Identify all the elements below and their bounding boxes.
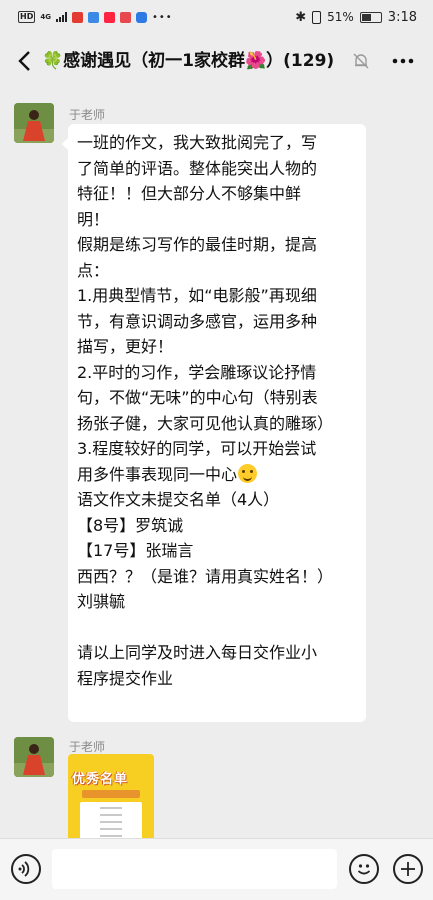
message-line: 【8号】罗筑诚 (77, 515, 184, 535)
chat-title: 🍀感谢遇见（初一1家校群🌺）(129) (42, 51, 335, 71)
avatar-photo-icon (14, 737, 54, 777)
emoji-icon (357, 864, 371, 875)
network-label: 4G (40, 13, 51, 21)
emoji-button[interactable] (349, 854, 379, 884)
message-line: 特征！！但大部分人不够集中鲜 (77, 184, 302, 203)
clock: 3:18 (387, 9, 417, 25)
app-icon-red (103, 11, 115, 23)
voice-button[interactable] (11, 854, 41, 884)
app-icon-video (119, 11, 131, 23)
input-bar (0, 838, 433, 900)
message-line: 假期是练习写作的最佳时期，提高 (77, 235, 318, 254)
app-icon-tmall (71, 11, 83, 23)
poster-subtitle-band (82, 790, 140, 798)
message-line: 3.程度较好的同学，可以开始尝试 (77, 439, 317, 458)
message-line: 点： (77, 260, 110, 280)
hd-icon: HD (18, 11, 36, 23)
message-text: 一班的作文，我大致批阅完了，写 了简单的评语。整体能突出人物的 特征！！但大部分人不… (77, 130, 358, 691)
back-button[interactable] (10, 44, 40, 78)
battery-icon (359, 11, 382, 23)
message-bubble[interactable]: 一班的作文，我大致批阅完了，写 了简单的评语。整体能突出人物的 特征！！但大部分人不… (62, 124, 366, 722)
message-line: 句，不做“无味”的中心句（特别表 (77, 388, 318, 407)
app-icon-alipay (135, 11, 147, 23)
more-dots-icon: ••• (151, 11, 173, 23)
message-line: 请以上同学及时进入每日交作业小 (77, 643, 318, 662)
message-line: 一班的作文，我大致批阅完了，写 (77, 133, 318, 152)
message-line: 2.平时的习作，学会雕琢议论抒情 (77, 362, 317, 382)
message-line: 【17号】张瑞言 (77, 541, 194, 560)
image-message[interactable]: 优秀名单 (68, 754, 154, 844)
more-menu-icon (392, 58, 414, 64)
vibrate-icon (312, 10, 322, 24)
message-line: 用多件事表现同一中心 (77, 462, 358, 488)
message-line: 1.用典型情节，如“电影般”再现细 (77, 286, 317, 305)
status-right: ✱ 51% 3:18 (295, 10, 417, 25)
sender-name: 于老师 (69, 108, 106, 122)
smiling-face-emoji (238, 463, 258, 483)
signal-icon (55, 12, 67, 22)
plus-icon (401, 862, 415, 876)
message-line: 刘骐毓 (77, 592, 126, 611)
back-arrow-icon (18, 51, 30, 71)
message-line: 扬张子健，大家可见他认真的雕琢） (77, 413, 334, 433)
avatar[interactable] (14, 737, 54, 777)
mute-bell-icon (353, 53, 369, 69)
battery-percent: 51% (327, 10, 354, 24)
sender-name: 于老师 (69, 740, 106, 754)
message-line: 了简单的评语。整体能突出人物的 (77, 158, 318, 178)
message-line: 程序提交作业 (77, 668, 174, 688)
voice-icon (18, 861, 30, 877)
chat-header: 🍀感谢遇见（初一1家校群🌺）(129) (0, 34, 433, 88)
plus-button[interactable] (393, 854, 423, 884)
message-line: 语文作文未提交名单（4人） (77, 490, 280, 509)
status-bar: HD 4G ••• ✱ 51% 3:18 (0, 0, 433, 34)
app-icon-kuaikan (87, 11, 99, 23)
poster-title: 优秀名单 (72, 772, 129, 787)
status-left: HD 4G ••• (18, 11, 173, 23)
message-line: 节，有意识调动多感官，运用多种 (77, 311, 318, 331)
message-line: 明！ (77, 209, 110, 229)
message-input[interactable] (52, 849, 337, 889)
avatar[interactable] (14, 103, 54, 143)
message-line: 西西？？（是谁？请用真实姓名！） (77, 566, 334, 586)
bluetooth-icon: ✱ (295, 9, 307, 25)
avatar-photo-icon (14, 103, 54, 143)
more-menu-button[interactable] (388, 48, 418, 74)
message-line: 描写，更好！ (77, 337, 174, 356)
